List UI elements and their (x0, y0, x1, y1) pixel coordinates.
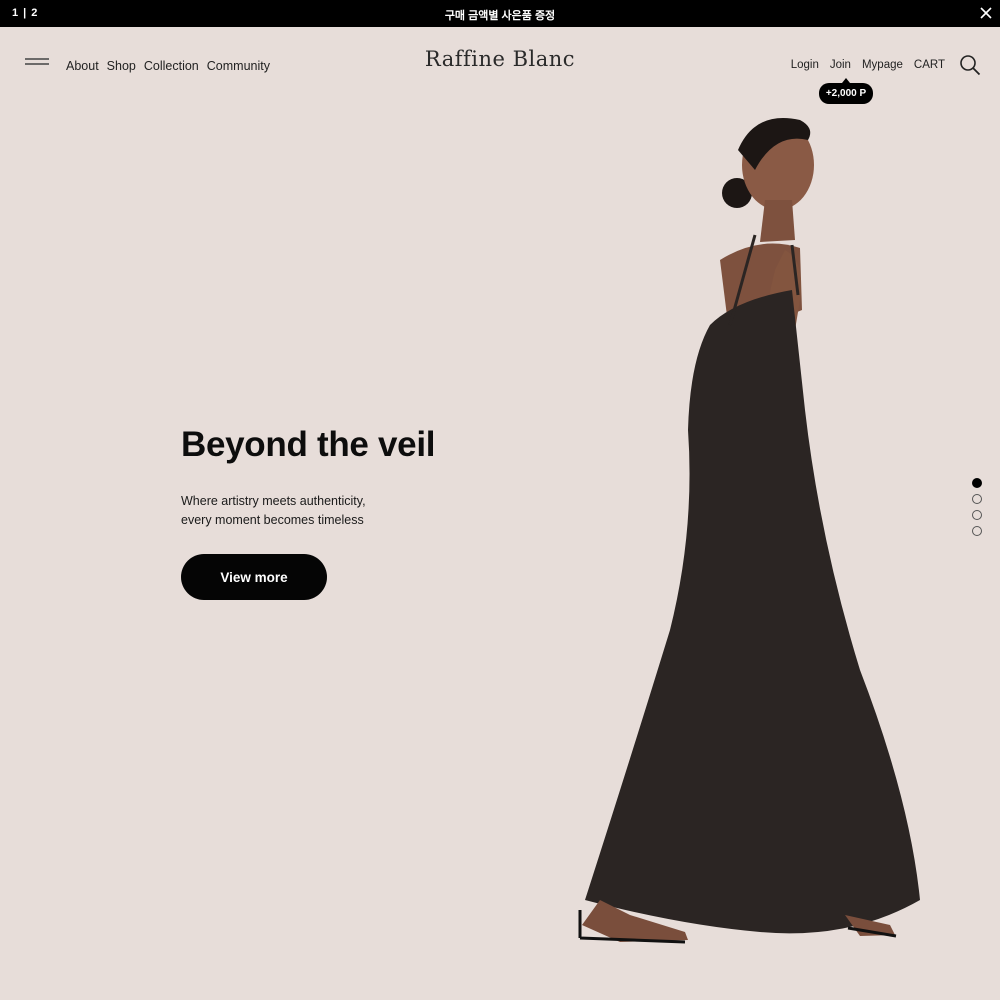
join-link[interactable]: Join (830, 59, 851, 71)
slide-dot[interactable] (972, 526, 982, 536)
close-icon[interactable] (978, 5, 994, 21)
hero-subtitle: Where artistry meets authenticity, every… (181, 492, 366, 530)
login-link[interactable]: Login (791, 59, 819, 71)
slide-dot[interactable] (972, 478, 982, 488)
cart-link[interactable]: CART (914, 59, 945, 71)
view-more-button[interactable]: View more (181, 554, 327, 600)
hero-model-image (578, 118, 920, 944)
announcement-text[interactable]: 구매 금액별 사은품 증정 (0, 7, 1000, 23)
utility-nav: Login Join Mypage CART (791, 59, 945, 71)
announcement-bar: 1 | 2 구매 금액별 사은품 증정 (0, 0, 1000, 27)
slide-pagination (972, 478, 982, 536)
slide-dot[interactable] (972, 510, 982, 520)
hero-subtitle-line: every moment becomes timeless (181, 513, 364, 527)
slide-dot[interactable] (972, 494, 982, 504)
mypage-link[interactable]: Mypage (862, 59, 903, 71)
search-icon[interactable] (959, 54, 981, 76)
hero-subtitle-line: Where artistry meets authenticity, (181, 494, 366, 508)
join-points-badge: +2,000 P (819, 78, 873, 104)
hero-title: Beyond the veil (181, 425, 436, 464)
site-header: About Shop Collection Community Raffine … (0, 27, 1000, 107)
